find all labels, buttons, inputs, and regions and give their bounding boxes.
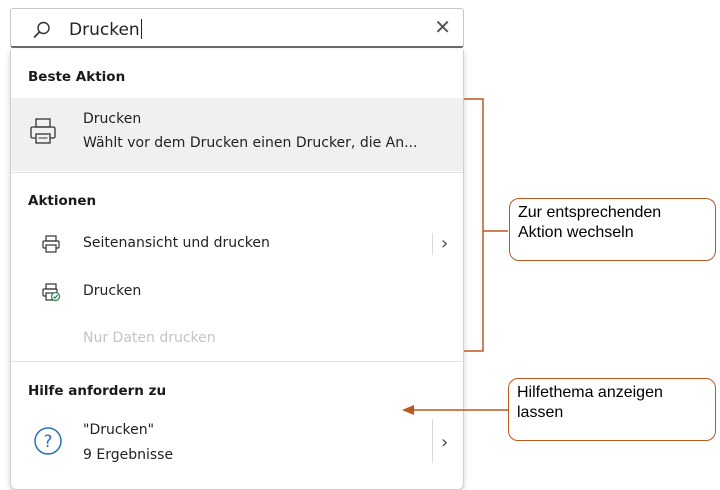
callout-line: Hilfethema anzeigen <box>517 384 663 401</box>
annotation-callout-action: Zur entsprechenden Aktion wechseln <box>509 198 716 261</box>
callout-line: Zur entsprechenden <box>518 204 662 221</box>
callout-line: lassen <box>517 404 564 421</box>
annotation-callout-help: Hilfethema anzeigen lassen <box>508 378 716 441</box>
annotation-bracket <box>464 98 484 352</box>
annotation-arrowhead <box>402 405 414 415</box>
callout-line: Aktion wechseln <box>518 224 634 241</box>
